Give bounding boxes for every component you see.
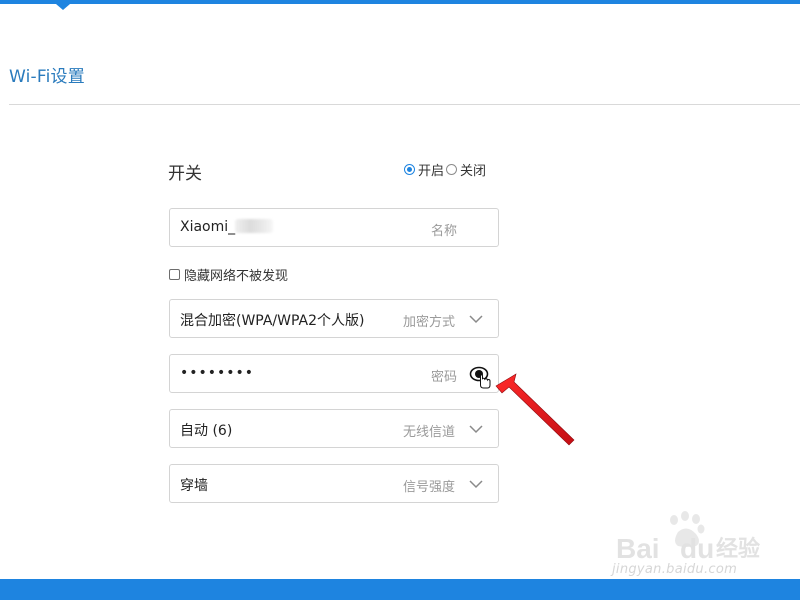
hide-network-checkbox[interactable] (169, 269, 180, 280)
radio-on-indicator[interactable] (404, 164, 415, 175)
radio-off-label: 关闭 (460, 164, 487, 179)
wifi-switch-radio-group: 开启 关闭 (404, 160, 488, 179)
bottom-accent-bar (0, 579, 800, 600)
active-tab-indicator (56, 4, 70, 10)
radio-off[interactable]: 关闭 (446, 160, 486, 179)
top-accent-bar (0, 0, 800, 4)
channel-hint: 无线信道 (403, 425, 456, 440)
encryption-hint: 加密方式 (403, 315, 456, 330)
signal-value: 穿墙 (180, 478, 208, 494)
channel-value: 自动 (6) (180, 423, 233, 439)
svg-text:du: du (680, 533, 714, 564)
password-hint: 密码 (431, 370, 458, 385)
radio-on[interactable]: 开启 (404, 160, 444, 179)
ssid-value: Xiaomi_ (180, 219, 274, 235)
svg-text:经验: 经验 (716, 536, 760, 562)
hide-network-label: 隐藏网络不被发现 (184, 269, 289, 284)
wifi-switch-label: 开关 (168, 164, 202, 184)
signal-hint: 信号强度 (403, 480, 456, 495)
annotation-arrow-icon (495, 373, 575, 446)
page-title: Wi-Fi设置 (9, 67, 85, 87)
signal-strength-select[interactable]: 穿墙 信号强度 (169, 464, 499, 503)
password-input[interactable]: •••••••• 密码 (169, 354, 499, 393)
chevron-down-icon[interactable] (469, 422, 483, 436)
chevron-down-icon[interactable] (469, 477, 483, 491)
watermark-url: jingyan.baidu.com (612, 562, 738, 577)
password-value: •••••••• (180, 365, 255, 381)
ssid-hint: 名称 (431, 224, 458, 239)
hide-network-option[interactable]: 隐藏网络不被发现 (169, 265, 288, 284)
svg-text:Bai: Bai (616, 533, 660, 564)
channel-select[interactable]: 自动 (6) 无线信道 (169, 409, 499, 448)
ssid-redacted-patch (235, 219, 274, 233)
title-divider (9, 104, 800, 105)
chevron-down-icon[interactable] (469, 312, 483, 326)
encryption-value: 混合加密(WPA/WPA2个人版) (180, 313, 365, 329)
ssid-input[interactable]: Xiaomi_ 名称 (169, 208, 499, 247)
radio-on-label: 开启 (418, 164, 445, 179)
radio-off-indicator[interactable] (446, 164, 458, 175)
encryption-select[interactable]: 混合加密(WPA/WPA2个人版) 加密方式 (169, 299, 499, 338)
